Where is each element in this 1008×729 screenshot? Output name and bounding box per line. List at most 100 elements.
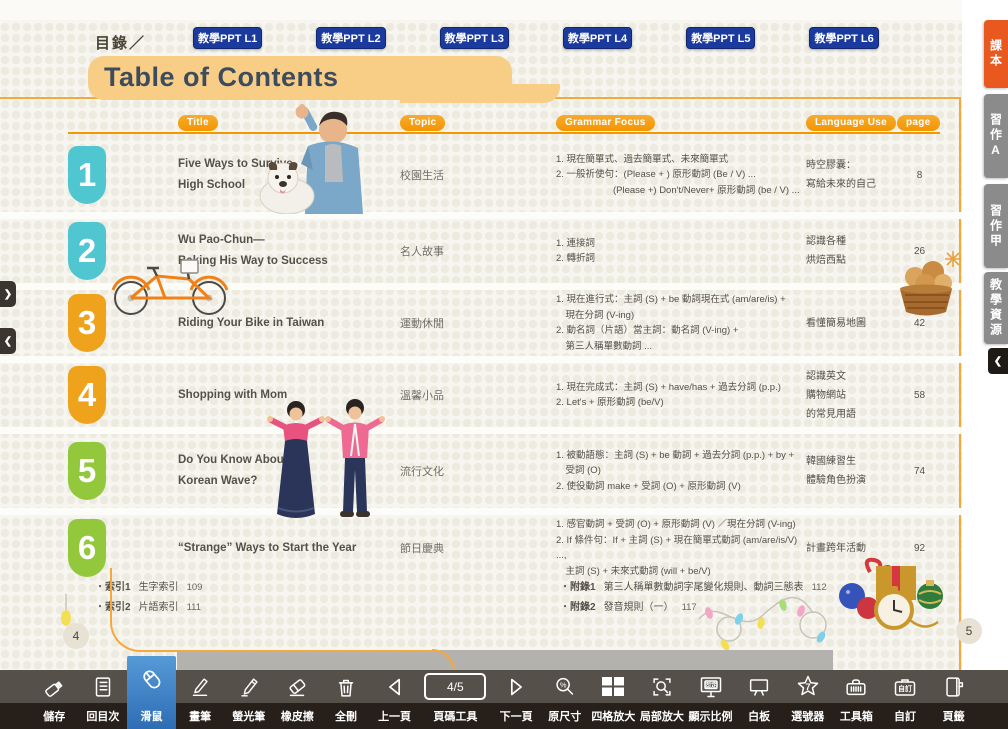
- unit4-number: 4: [68, 366, 106, 424]
- side-tab-workbook-a[interactable]: 習作A: [984, 94, 1008, 178]
- svg-text:固定: 固定: [704, 679, 718, 688]
- unit2-title: Wu Pao-Chun— Baking His Way to Success: [178, 230, 400, 272]
- page-top-margin: [0, 0, 962, 20]
- tool-whiteboard[interactable]: 白板: [735, 670, 784, 729]
- unit3-number: 3: [68, 294, 106, 352]
- page-frame-bottom-left-curve: [110, 568, 434, 652]
- unit4-language-use: 認識英文 購物網站 的常見用語: [806, 367, 897, 424]
- column-header-grammar-focus: Grammar Focus: [556, 115, 655, 131]
- ppt-tab-l4[interactable]: 教學PPT L4: [563, 27, 632, 49]
- tool-eraser[interactable]: 橡皮擦: [273, 670, 322, 729]
- row-separator: [0, 283, 962, 290]
- unit6-page: 92: [897, 543, 942, 554]
- unit5-title: Do You Know About the Korean Wave?: [178, 450, 400, 492]
- side-tab-teaching-resources[interactable]: 教學資源: [984, 272, 1008, 344]
- unit1-title: Five Ways to Survive High School: [178, 154, 400, 196]
- unit6-topic: 節日慶典: [400, 540, 556, 556]
- area-zoom-icon: [649, 670, 675, 703]
- four-pane-icon: [598, 670, 628, 703]
- left-panel-expand-icon[interactable]: ❯: [0, 281, 16, 307]
- unit5-grammar: 1. 被動語態：主詞 (S) + be 動詞 + 過去分詞 (p.p.) + b…: [556, 448, 806, 495]
- toc-rows: 1 Five Ways to Survive High School 校園生活 …: [0, 138, 962, 581]
- column-header-language-use: Language Use: [806, 115, 896, 131]
- tool-area-zoom[interactable]: 局部放大: [638, 670, 687, 729]
- tool-toolbox[interactable]: 工具箱: [832, 670, 881, 729]
- unit2-number: 2: [68, 222, 106, 280]
- toc-row-unit3[interactable]: 3 Riding Your Bike in Taiwan 運動休閒 1. 現在進…: [0, 290, 962, 356]
- page-number-box: 4/5: [424, 670, 486, 703]
- unit6-number: 6: [68, 519, 106, 577]
- ppt-tab-l2[interactable]: 教學PPT L2: [316, 27, 385, 49]
- unit2-topic: 名人故事: [400, 243, 556, 259]
- eraser-icon: [284, 670, 310, 703]
- ppt-tab-l3[interactable]: 教學PPT L3: [440, 27, 509, 49]
- toc-row-unit4[interactable]: 4 Shopping with Mom 溫馨小品 1. 現在完成式：主詞 (S)…: [0, 363, 962, 427]
- tool-next-page[interactable]: 下一頁: [492, 670, 541, 729]
- highlighter-icon: [236, 670, 262, 703]
- tool-delete-all[interactable]: 全刪: [322, 670, 371, 729]
- tool-save[interactable]: 儲存: [30, 670, 79, 729]
- header-rule: [68, 132, 940, 134]
- row-separator: [0, 212, 962, 219]
- toc-row-unit5[interactable]: 5 Do You Know About the Korean Wave? 流行文…: [0, 434, 962, 508]
- unit3-topic: 運動休閒: [400, 315, 556, 331]
- unit5-page: 74: [897, 466, 942, 477]
- column-header-page: page: [897, 115, 940, 131]
- tool-prev-page[interactable]: 上一頁: [370, 670, 419, 729]
- row-separator: [0, 508, 962, 515]
- unit2-language-use: 認識各種 烘焙西點: [806, 232, 897, 270]
- unit5-number: 5: [68, 442, 106, 500]
- unit5-topic: 流行文化: [400, 463, 556, 479]
- trash-icon: [333, 670, 359, 703]
- display-ratio-icon: 固定: [697, 670, 725, 703]
- side-tab-workbook-jia[interactable]: 習作甲: [984, 184, 1008, 268]
- toc-header-row: Title Topic Grammar Focus Language Use p…: [0, 112, 1008, 131]
- ppt-tab-row: 教學PPT L1 教學PPT L2 教學PPT L3 教學PPT L4 教學PP…: [193, 27, 879, 49]
- page-number-value[interactable]: 4/5: [424, 673, 486, 700]
- svg-text:自訂: 自訂: [898, 684, 912, 693]
- row-separator: [0, 356, 962, 363]
- unit4-topic: 溫馨小品: [400, 387, 556, 403]
- tool-highlighter[interactable]: 螢光筆: [224, 670, 273, 729]
- toolbox-icon: [843, 670, 869, 703]
- unit2-grammar: 1. 連接詞 2. 轉折詞: [556, 236, 806, 267]
- appendix-item: ・附錄1第三人稱單數動詞字尾變化規則、動詞三態表112: [560, 578, 827, 598]
- unit3-grammar: 1. 現在進行式：主詞 (S) + be 動詞現在式 (am/are/is) +…: [556, 292, 806, 354]
- unit6-language-use: 計畫跨年活動: [806, 539, 897, 558]
- tool-back-to-toc[interactable]: 回目次: [79, 670, 128, 729]
- toc-list-icon: [90, 670, 116, 703]
- ebook-reader: 目錄／ Table of Contents 教學PPT L1 教學PPT L2 …: [0, 0, 1008, 729]
- tool-page-number[interactable]: 4/5 頁碼工具: [419, 670, 492, 729]
- left-panel-collapse-icon[interactable]: ❮: [0, 328, 16, 354]
- unit3-page: 42: [897, 318, 942, 329]
- pen-icon: [187, 670, 213, 703]
- tool-display-ratio[interactable]: 固定 顯示比例: [686, 670, 735, 729]
- tool-original-size[interactable]: % 原尺寸: [540, 670, 589, 729]
- mouse-icon: [138, 656, 166, 703]
- tool-pen[interactable]: 畫筆: [176, 670, 225, 729]
- unit6-title: “Strange” Ways to Start the Year: [178, 538, 400, 559]
- row-separator: [0, 427, 962, 434]
- tool-four-pane-zoom[interactable]: 四格放大: [589, 670, 638, 729]
- page-title: Table of Contents: [104, 62, 339, 93]
- number-picker-icon: 7: [794, 670, 822, 703]
- ppt-tab-l5[interactable]: 教學PPT L5: [686, 27, 755, 49]
- tool-mouse[interactable]: 滑鼠: [127, 656, 176, 729]
- column-header-topic: Topic: [400, 115, 445, 131]
- book-page-number-left: 4: [63, 623, 89, 649]
- tool-number-picker[interactable]: 7 選號器: [783, 670, 832, 729]
- appendix-list: ・附錄1第三人稱單數動詞字尾變化規則、動詞三態表112 ・附錄2發音規則（一）1…: [560, 578, 827, 618]
- unit2-page: 26: [897, 246, 942, 257]
- toc-row-unit1[interactable]: 1 Five Ways to Survive High School 校園生活 …: [0, 138, 962, 212]
- ppt-tab-l1[interactable]: 教學PPT L1: [193, 27, 262, 49]
- catalog-label: 目錄／: [95, 32, 146, 53]
- tool-custom[interactable]: 自訂 自訂: [881, 670, 930, 729]
- right-panel-collapse-icon[interactable]: ❮: [988, 348, 1008, 374]
- unit1-topic: 校園生活: [400, 167, 556, 183]
- toc-row-unit2[interactable]: 2 Wu Pao-Chun— Baking His Way to Success…: [0, 219, 962, 283]
- unit1-number: 1: [68, 146, 106, 204]
- ppt-tab-l6[interactable]: 教學PPT L6: [809, 27, 878, 49]
- next-page-icon: [503, 670, 529, 703]
- side-tab-textbook[interactable]: 課本: [984, 20, 1008, 88]
- tool-page-tabs[interactable]: 頁籤: [929, 670, 978, 729]
